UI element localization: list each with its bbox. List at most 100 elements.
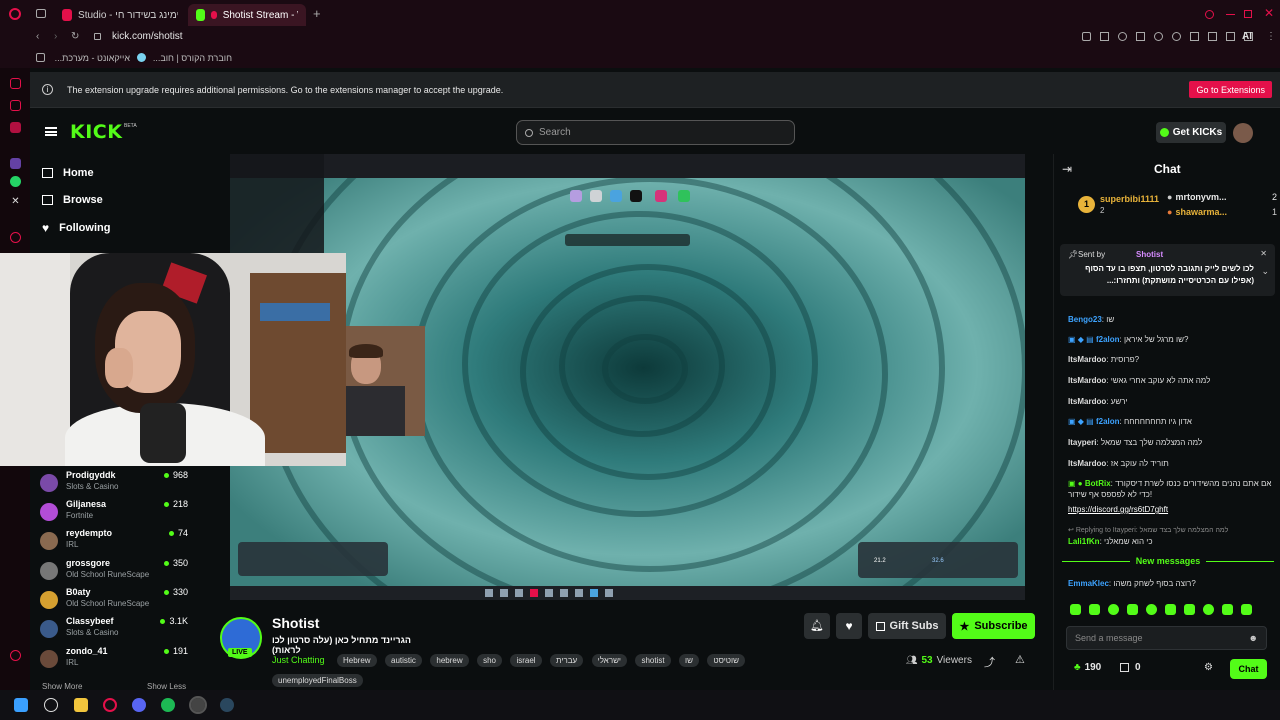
minimize-button[interactable] (1226, 14, 1235, 15)
chevron-down-icon[interactable]: ⌄ (1261, 266, 1269, 277)
workspace-icon[interactable] (10, 100, 21, 111)
player-icon[interactable] (1154, 32, 1163, 41)
tag[interactable]: Hebrew (336, 654, 377, 667)
chat-input[interactable]: Send a message ☻ (1066, 626, 1267, 650)
adblock-icon[interactable] (1118, 32, 1127, 41)
aria-icon[interactable] (10, 78, 21, 89)
steam-icon[interactable] (220, 698, 234, 712)
tab-studio[interactable]: Studio - סטרימינג בשידור חי (54, 4, 186, 26)
channel-b0aty[interactable]: B0aty Old School RuneScape 330 (40, 587, 200, 615)
channel-classybeef[interactable]: Classybeef Slots & Casino 3.1K (40, 616, 200, 644)
chat-settings-icon[interactable]: ⚙ (1204, 662, 1213, 673)
go-to-extensions-button[interactable]: Go to Extensions (1189, 81, 1272, 98)
tag[interactable]: unemployedFinalBoss (272, 674, 363, 687)
channel-grossgore[interactable]: grossgore Old School RuneScape 350 (40, 558, 200, 586)
ai-button[interactable]: AI (1242, 31, 1252, 42)
follow-heart-button[interactable]: ♥ (836, 613, 862, 639)
tag[interactable]: hebrew (430, 654, 469, 667)
chat-username[interactable]: ItsMardoo (1068, 376, 1106, 385)
audio-icon[interactable] (210, 11, 217, 19)
emote-icon[interactable] (1108, 604, 1119, 615)
gifts-display[interactable]: 0 (1120, 662, 1141, 673)
emoji-icon[interactable]: ☻ (1249, 633, 1258, 643)
channel-giljanesa[interactable]: Giljanesa Fortnite 218 (40, 499, 200, 527)
chat-username[interactable]: ItsMardoo (1068, 459, 1106, 468)
emote-icon[interactable] (1146, 604, 1157, 615)
pinned-message[interactable]: 📌︎ Sent by Shotist ✕ לכו לשים לייק ותגוב… (1060, 244, 1275, 296)
close-window-button[interactable]: ✕ (1264, 6, 1274, 20)
chat-username[interactable]: BotRix (1085, 479, 1111, 488)
emote-icon[interactable] (1070, 604, 1081, 615)
search-icon[interactable] (44, 698, 58, 712)
chat-username[interactable]: ItsMardoo (1068, 397, 1106, 406)
pin-icon[interactable] (1082, 32, 1091, 41)
top-gifter-3[interactable]: ● shawarma... 1 (1167, 207, 1277, 217)
tag[interactable]: שו (679, 654, 699, 667)
points-display[interactable]: ♣ 190 (1074, 662, 1101, 673)
search-tabs-icon[interactable] (1205, 10, 1214, 19)
back-icon[interactable]: ‹ (36, 31, 39, 42)
chat-username[interactable]: Bengo23 (1068, 315, 1102, 324)
channel-reydempto[interactable]: reydempto IRL 74 (40, 528, 200, 556)
forward-icon[interactable]: › (54, 31, 57, 42)
player-sidebar-icon[interactable] (10, 158, 21, 169)
gift-subs-button[interactable]: Gift Subs (868, 613, 946, 639)
whatsapp-icon[interactable] (10, 176, 21, 187)
tag[interactable]: ישראלי (591, 654, 628, 667)
tab-kick[interactable]: Shotist Stream - Watch (188, 4, 306, 26)
nav-home[interactable]: Home (42, 167, 94, 179)
obs-icon[interactable] (189, 696, 207, 714)
reload-icon[interactable]: ↻ (71, 31, 79, 42)
tag[interactable]: israel (510, 654, 542, 667)
user-avatar[interactable] (1233, 123, 1253, 143)
channel-zondo41[interactable]: zondo_41 IRL 191 (40, 646, 200, 674)
emote-icon[interactable] (1127, 604, 1138, 615)
x-icon[interactable]: ✕ (10, 196, 21, 207)
tag[interactable]: עברית (550, 654, 584, 667)
streamer-name[interactable]: Shotist (272, 615, 319, 631)
top-gifter-2[interactable]: ● mrtonyvm... 2 (1167, 192, 1277, 202)
hamburger-menu-icon[interactable] (45, 127, 57, 136)
chat-username[interactable]: EmmaKlec (1068, 579, 1109, 588)
discord-link[interactable]: https://discord.gg/rs6tD7ghft (1068, 505, 1168, 514)
file-explorer-icon[interactable] (74, 698, 88, 712)
emote-icon[interactable] (1203, 604, 1214, 615)
history-icon[interactable] (10, 232, 21, 243)
settings-icon[interactable] (10, 650, 21, 661)
subscribe-button[interactable]: ★ Subscribe (952, 613, 1035, 639)
windows-start-icon[interactable] (14, 698, 28, 712)
chat-username[interactable]: Itayperi (1068, 438, 1096, 447)
report-icon[interactable]: ⚠ (1015, 653, 1025, 666)
notification-bell-button[interactable]: 🔔︎ (804, 613, 830, 639)
emote-icon[interactable] (1222, 604, 1233, 615)
send-chat-button[interactable]: Chat (1230, 659, 1267, 679)
nav-browse[interactable]: Browse (42, 194, 103, 206)
share-icon[interactable]: ⤴ (984, 654, 995, 670)
chat-username[interactable]: f2alon (1096, 417, 1120, 426)
discord-icon[interactable] (132, 698, 146, 712)
category-link[interactable]: Just Chatting (272, 655, 325, 665)
opera-logo-icon[interactable] (9, 8, 21, 20)
get-kicks-button[interactable]: Get KICKs (1156, 122, 1226, 143)
chat-username[interactable]: f2alon (1096, 335, 1120, 344)
emote-icon[interactable] (1165, 604, 1176, 615)
unpin-icon[interactable]: ✕ (1260, 249, 1267, 258)
tag[interactable]: שוטיסט (707, 654, 745, 667)
share-icon[interactable] (1208, 32, 1217, 41)
tag[interactable]: sho (477, 654, 502, 667)
new-messages-divider[interactable]: New messages (1062, 556, 1275, 566)
bookmarks-folder-icon[interactable] (36, 53, 45, 62)
chat-username[interactable]: Lali1fKn (1068, 537, 1100, 546)
tag[interactable]: autistic (385, 654, 422, 667)
download-icon[interactable] (1226, 32, 1235, 41)
menu-icon[interactable]: ⋮ (1266, 31, 1276, 42)
messenger-icon[interactable] (10, 122, 21, 133)
chat-username[interactable]: ItsMardoo (1068, 355, 1106, 364)
collapse-chat-icon[interactable]: ⇥ (1062, 162, 1072, 176)
maximize-button[interactable] (1244, 10, 1252, 18)
emote-icon[interactable] (1184, 604, 1195, 615)
emote-icon[interactable] (1241, 604, 1252, 615)
vpn-icon[interactable] (1136, 32, 1145, 41)
heart-icon[interactable] (1172, 32, 1181, 41)
snapshot-icon[interactable] (1100, 32, 1109, 41)
